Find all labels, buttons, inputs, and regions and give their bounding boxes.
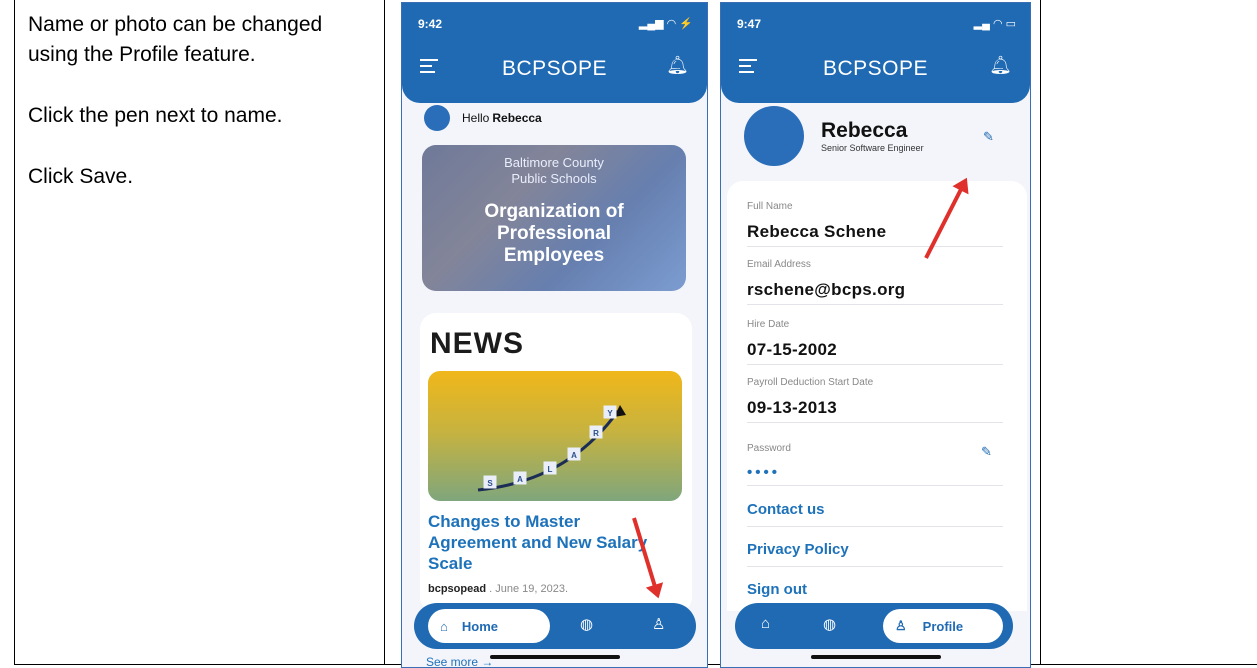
news-image[interactable]: S A L A R Y [428,371,682,501]
home-indicator [489,655,620,659]
news-date: . June 19, 2023. [489,583,569,595]
home-indicator [810,655,941,659]
profile-screen: 9:47 ▂▄ ◠ ▭ BCPSOPE 🔔︎ Rebecca Senior So… [720,2,1031,668]
nav-home-button[interactable]: ⌂ Home [428,609,550,643]
hero-title-line: Employees [503,245,605,266]
bottom-nav: ⌂ Home ◍ ♙ [414,603,696,649]
nav-profile-label: Profile [922,618,964,634]
contact-us-link[interactable]: Contact us [747,501,1003,527]
hero-subtitle: Baltimore County Public Schools [422,155,686,187]
scale-letter: A [571,451,577,460]
field-value: 07-15-2002 [747,340,837,359]
bell-icon[interactable]: 🔔︎ [666,55,689,76]
field-label: Full Name [747,201,793,212]
profile-icon: ♙ [895,618,907,633]
globe-icon[interactable]: ◍ [580,615,593,633]
profile-photo[interactable] [744,106,804,166]
home-icon: ⌂ [440,618,448,634]
scale-letter: S [487,479,493,488]
news-headline[interactable]: Changes to Master Agreement and New Sala… [428,511,664,574]
hello-prefix: Hello [462,111,490,125]
app-title: BCPSOPE [822,57,929,80]
field-label: Hire Date [747,319,790,330]
status-time: 9:47 [737,17,762,31]
field-value: •••• [747,464,781,481]
scale-letter: A [517,475,523,484]
app-header: 9:47 ▂▄ ◠ ▭ BCPSOPE 🔔︎ [721,3,1030,103]
field-full-name[interactable]: Full Name Rebecca Schene [747,201,1003,247]
app-header: 9:42 ▂▄▆ ◠ ⚡ BCPSOPE 🔔︎ [402,3,707,103]
hero-title-line: Organization of [484,201,624,222]
table-divider [384,0,385,665]
home-icon[interactable]: ⌂ [761,615,770,632]
field-label: Email Address [747,259,811,270]
bell-icon[interactable]: 🔔︎ [989,55,1012,76]
edit-password-pen-icon[interactable]: ✎ [981,444,992,460]
hero-title-line: Professional [496,223,612,244]
privacy-policy-link[interactable]: Privacy Policy [747,541,1003,567]
hero-subtitle-line: Public Schools [511,171,597,186]
home-screen: 9:42 ▂▄▆ ◠ ⚡ BCPSOPE 🔔︎ Hello Rebecca Ba… [401,2,708,668]
field-label: Password [747,443,791,454]
hero-subtitle-line: Baltimore County [504,155,604,170]
profile-icon[interactable]: ♙ [652,615,665,633]
field-hire-date[interactable]: Hire Date 07-15-2002 [747,319,1003,365]
field-email[interactable]: Email Address rschene@bcps.org [747,259,1003,305]
salary-scale-graphic: S A L A R Y [477,405,626,492]
edit-name-pen-icon[interactable]: ✎ [983,129,994,145]
news-author: bcpsopead [428,583,487,595]
table-divider [1040,0,1041,665]
instructions-text: Name or photo can be changed using the P… [28,10,368,223]
status-time: 9:42 [418,17,443,31]
profile-name: Rebecca [821,119,908,142]
field-value: rschene@bcps.org [747,280,906,299]
profile-role: Senior Software Engineer [821,143,924,153]
hello-name: Rebecca [492,111,542,125]
bottom-nav: ⌂ ◍ ♙ Profile [735,603,1013,649]
field-value: Rebecca Schene [747,222,887,241]
status-icons: ▂▄ ◠ ▭ [973,18,1016,30]
scale-letter: Y [607,409,613,418]
hero-title: Organization of Professional Employees [422,201,686,267]
nav-profile-button[interactable]: ♙ Profile [883,609,1003,643]
instruction-line: Name or photo can be changed using the P… [28,13,323,66]
field-value: 09-13-2013 [747,398,837,417]
scale-letter: R [593,429,599,438]
news-heading: NEWS [430,327,524,360]
news-meta: bcpsopead . June 19, 2023. [428,583,568,595]
hero-banner[interactable]: Baltimore County Public Schools Organiza… [422,145,686,291]
app-title: BCPSOPE [501,57,608,80]
scale-letter: L [548,465,553,474]
see-more-link[interactable]: See more → [426,655,493,667]
status-icons: ▂▄▆ ◠ ⚡ [638,18,693,30]
field-payroll-start[interactable]: Payroll Deduction Start Date 09-13-2013 [747,377,1003,423]
globe-icon[interactable]: ◍ [823,615,836,633]
field-password[interactable]: Password •••• [747,443,1003,486]
avatar[interactable] [424,105,450,131]
instruction-line: Click Save. [28,165,134,188]
field-label: Payroll Deduction Start Date [747,377,874,388]
greeting: Hello Rebecca [424,103,542,133]
instruction-line: Click the pen next to name. [28,104,283,127]
nav-home-label: Home [461,618,498,634]
